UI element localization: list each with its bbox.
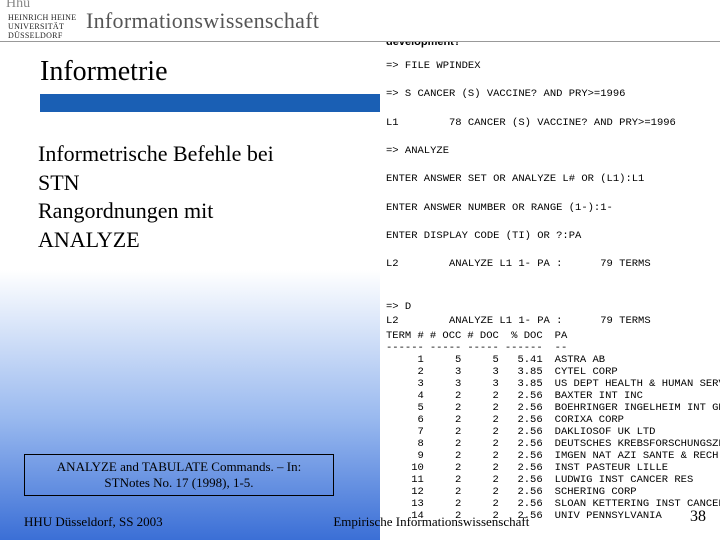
terminal-line: L2 ANALYZE L1 1- PA : 79 TERMS <box>386 314 714 328</box>
table-row: 9222.56IMGEN NAT AZI SANTE & RECH MEDICA… <box>386 450 720 462</box>
table-header: # DOC <box>467 330 505 342</box>
terminal-line <box>386 243 714 257</box>
table-row: 11222.56LUDWIG INST CANCER RES <box>386 474 720 486</box>
table-row: 5222.56BOEHRINGER INGELHEIM INT GMBH <box>386 402 720 414</box>
terminal-line: => ANALYZE <box>386 144 714 158</box>
terminal-line: L1 78 CANCER (S) VACCINE? AND PRY>=1996 <box>386 116 714 130</box>
table-row: 3333.85US DEPT HEALTH & HUMAN SERVICES <box>386 378 720 390</box>
table-header: PA <box>549 330 720 342</box>
stn-session-pane: In the last several years, what companie… <box>380 0 720 540</box>
logo-line3: DÜSSELDORF <box>8 32 78 41</box>
slide-footer: HHU Düsseldorf, SS 2003 Empirische Infor… <box>24 514 700 530</box>
terminal-line: ENTER DISPLAY CODE (TI) OR ?:PA <box>386 229 714 243</box>
citation-box: ANALYZE and TABULATE Commands. – In: STN… <box>24 454 334 497</box>
table-row: 1555.41ASTRA AB <box>386 354 720 366</box>
citation-line-2: STNotes No. 17 (1998), 1-5. <box>31 475 327 491</box>
table-row: 12222.56SCHERING CORP <box>386 486 720 498</box>
terminal-line: L2 ANALYZE L1 1- PA : 79 TERMS <box>386 257 714 271</box>
footer-left: HHU Düsseldorf, SS 2003 <box>24 514 163 530</box>
terminal-line <box>386 130 714 144</box>
terminal-line: => FILE WPINDEX <box>386 59 714 73</box>
body-text: Informetrische Befehle bei STN Rangordnu… <box>38 140 313 254</box>
terminal-line: => S CANCER (S) VACCINE? AND PRY>=1996 <box>386 87 714 101</box>
body-line-2: Rangordnungen mit ANALYZE <box>38 197 313 254</box>
table-row: 6222.56CORIXA CORP <box>386 414 720 426</box>
terminal-line <box>386 73 714 87</box>
slide-number: 38 <box>690 508 706 526</box>
table-row: 13222.56SLOAN KETTERING INST CANCER RES <box>386 498 720 510</box>
terminal-line: => D <box>386 300 714 314</box>
terminal-line: ENTER ANSWER NUMBER OR RANGE (1-):1- <box>386 201 714 215</box>
table-row: 10222.56INST PASTEUR LILLE <box>386 462 720 474</box>
table-row: 8222.56DEUTSCHES KREBSFORSCHUNGSZENTRUM <box>386 438 720 450</box>
logo-signature: Hhu <box>6 0 30 12</box>
table-header: % DOC <box>505 330 549 342</box>
background-gradient <box>0 270 380 540</box>
terminal-line: ENTER ANSWER SET OR ANALYZE L# OR (L1):L… <box>386 172 714 186</box>
slide-header: Hhu HEINRICH HEINE UNIVERSITÄT DÜSSELDOR… <box>0 0 720 42</box>
terminal-line <box>386 101 714 115</box>
citation-line-1: ANALYZE and TABULATE Commands. – In: <box>31 459 327 475</box>
terminal-line <box>386 286 714 300</box>
terminal-line <box>386 186 714 200</box>
table-row: 7222.56DAKLIOSOF UK LTD <box>386 426 720 438</box>
table-header: # OCC <box>430 330 468 342</box>
hhu-logo: Hhu HEINRICH HEINE UNIVERSITÄT DÜSSELDOR… <box>8 0 78 40</box>
analyze-result-table: TERM ## OCC# DOC% DOCPA-----------------… <box>386 330 720 522</box>
body-line-1: Informetrische Befehle bei STN <box>38 140 313 197</box>
table-header: TERM # <box>386 330 430 342</box>
table-row: 4222.56BAXTER INT INC <box>386 390 720 402</box>
terminal-lines: => FILE WPINDEX => S CANCER (S) VACCINE?… <box>386 59 714 328</box>
terminal-line <box>386 215 714 229</box>
department-name: Informationswissenschaft <box>86 8 319 34</box>
terminal-line <box>386 158 714 172</box>
table-row: 2333.85CYTEL CORP <box>386 366 720 378</box>
terminal-line <box>386 271 714 285</box>
footer-center: Empirische Informationswissenschaft <box>333 514 529 530</box>
title-underline-bar <box>40 94 380 112</box>
